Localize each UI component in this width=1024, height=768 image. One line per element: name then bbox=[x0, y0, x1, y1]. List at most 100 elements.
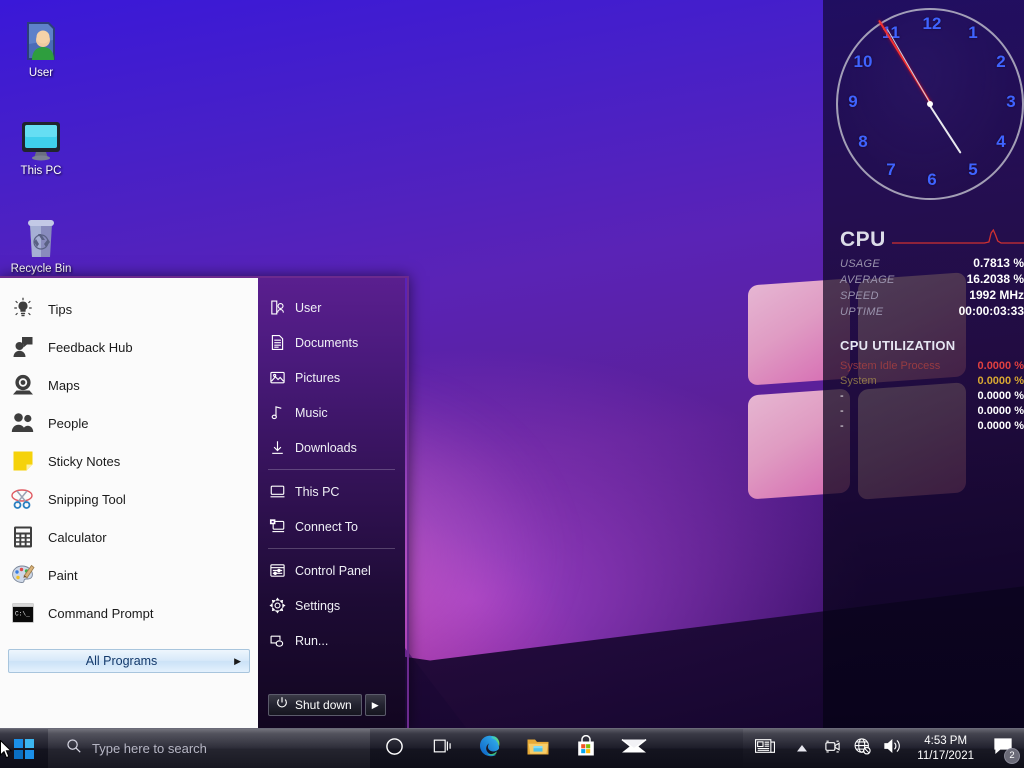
task-view-icon bbox=[432, 737, 452, 760]
clock-num-7: 7 bbox=[886, 160, 896, 179]
cpu-process-row: System Idle Process 0.0000 % bbox=[840, 359, 1024, 374]
mail-button[interactable] bbox=[610, 729, 658, 768]
search-input[interactable]: Type here to search bbox=[48, 728, 370, 768]
start-menu-item-tips[interactable]: Tips bbox=[0, 290, 258, 328]
search-icon bbox=[66, 738, 82, 759]
start-menu-item-paint[interactable]: Paint bbox=[0, 556, 258, 594]
start-menu-item-people[interactable]: People bbox=[0, 404, 258, 442]
desktop-icon-recycle-bin[interactable]: Recycle Bin bbox=[2, 210, 80, 276]
camera-icon bbox=[823, 738, 842, 760]
all-programs-wrapper: All Programs ▶ bbox=[0, 649, 258, 683]
analog-clock-widget: 12 1 2 3 4 5 6 7 8 9 10 11 bbox=[828, 2, 1024, 214]
start-menu-right-item-control-panel[interactable]: Control Panel bbox=[258, 553, 405, 588]
meet-now-button[interactable] bbox=[817, 729, 847, 768]
cpu-stat-label: UPTIME bbox=[840, 306, 884, 318]
taskbar-clock[interactable]: 4:53 PM 11/17/2021 bbox=[909, 734, 982, 764]
start-menu-right-item-label: Control Panel bbox=[295, 563, 371, 578]
cpu-process-name: - bbox=[840, 405, 844, 417]
start-menu-item-calculator[interactable]: Calculator bbox=[0, 518, 258, 556]
start-menu-right-item-user[interactable]: User bbox=[258, 290, 405, 325]
start-menu-right-item-documents[interactable]: Documents bbox=[258, 325, 405, 360]
shutdown-options-arrow[interactable]: ▶ bbox=[364, 694, 386, 716]
cpu-process-row: - 0.0000 % bbox=[840, 419, 1024, 434]
start-menu-right-item-label: This PC bbox=[295, 484, 340, 499]
desktop-icon-user[interactable]: User bbox=[2, 14, 80, 80]
folder-icon bbox=[526, 736, 550, 762]
notification-center-button[interactable]: 2 bbox=[982, 729, 1024, 768]
start-menu-right-item-settings[interactable]: Settings bbox=[258, 588, 405, 623]
scissors-icon bbox=[10, 486, 36, 512]
start-menu-item-label: Paint bbox=[48, 567, 78, 583]
news-icon bbox=[754, 737, 776, 760]
cpu-process-value: 0.0000 % bbox=[977, 390, 1024, 402]
cpu-process-value: 0.0000 % bbox=[977, 420, 1024, 432]
svg-text:C:\_: C:\_ bbox=[15, 611, 30, 618]
cpu-widget-title: CPU bbox=[840, 228, 886, 251]
cpu-monitor-widget: CPU USAGE 0.7813 % AVERAGE 16.2038 % SPE… bbox=[840, 228, 1024, 434]
shutdown-bar: Shut down ▶ bbox=[258, 694, 405, 729]
windows-logo-icon bbox=[14, 738, 34, 759]
feedback-person-icon bbox=[10, 334, 36, 360]
terminal-icon: C:\_ bbox=[10, 600, 36, 626]
gear-icon bbox=[268, 597, 286, 615]
cpu-stat-row: UPTIME 00:00:03:33 bbox=[840, 304, 1024, 320]
monitor-icon bbox=[268, 483, 286, 501]
start-menu-right-item-this-pc[interactable]: This PC bbox=[258, 474, 405, 509]
start-menu-item-command-prompt[interactable]: C:\_ Command Prompt bbox=[0, 594, 258, 632]
start-menu-item-snipping-tool[interactable]: Snipping Tool bbox=[0, 480, 258, 518]
power-icon bbox=[275, 696, 289, 715]
start-menu-right-item-downloads[interactable]: Downloads bbox=[258, 430, 405, 465]
cpu-stat-row: AVERAGE 16.2038 % bbox=[840, 272, 1024, 288]
start-menu-right-item-music[interactable]: Music bbox=[258, 395, 405, 430]
speaker-icon bbox=[883, 737, 904, 760]
edge-button[interactable] bbox=[466, 729, 514, 768]
start-menu-item-maps[interactable]: Maps bbox=[0, 366, 258, 404]
task-view-button[interactable] bbox=[418, 729, 466, 768]
start-menu-right-item-pictures[interactable]: Pictures bbox=[258, 360, 405, 395]
start-button[interactable] bbox=[0, 729, 48, 768]
system-tray: 4:53 PM 11/17/2021 2 bbox=[743, 728, 1024, 768]
start-menu-item-feedback-hub[interactable]: Feedback Hub bbox=[0, 328, 258, 366]
clock-num-2: 2 bbox=[996, 52, 1006, 71]
cpu-stat-label: SPEED bbox=[840, 290, 879, 302]
cpu-process-value: 0.0000 % bbox=[977, 375, 1024, 387]
volume-button[interactable] bbox=[877, 729, 909, 768]
news-and-interests-button[interactable] bbox=[743, 729, 787, 768]
start-menu-item-label: People bbox=[48, 415, 89, 431]
desktop-icon-this-pc[interactable]: This PC bbox=[2, 112, 80, 178]
cpu-process-row: - 0.0000 % bbox=[840, 389, 1024, 404]
start-menu-right-item-label: Settings bbox=[295, 598, 341, 613]
cpu-utilization-header: CPU UTILIZATION bbox=[840, 338, 956, 353]
all-programs-label: All Programs bbox=[85, 654, 158, 668]
network-status-button[interactable] bbox=[847, 729, 877, 768]
music-note-icon bbox=[268, 404, 286, 422]
clock-face: 12 1 2 3 4 5 6 7 8 9 10 11 bbox=[836, 8, 1024, 200]
start-menu-right-item-label: Connect To bbox=[295, 519, 359, 534]
mail-icon bbox=[621, 736, 647, 761]
start-menu-item-label: Snipping Tool bbox=[48, 491, 126, 507]
cpu-process-name: - bbox=[840, 390, 844, 402]
computer-icon bbox=[2, 112, 80, 162]
start-menu-left-footer bbox=[0, 683, 258, 729]
cortana-button[interactable] bbox=[370, 729, 418, 768]
start-menu-right-item-connect-to[interactable]: Connect To bbox=[258, 509, 405, 544]
cpu-stats-list: USAGE 0.7813 % AVERAGE 16.2038 % SPEED 1… bbox=[840, 256, 1024, 320]
all-programs-button[interactable]: All Programs ▶ bbox=[8, 649, 250, 673]
clock-num-9: 9 bbox=[848, 92, 858, 111]
clock-num-4: 4 bbox=[996, 132, 1006, 151]
start-menu-right-item-run[interactable]: Run... bbox=[258, 623, 405, 658]
file-explorer-button[interactable] bbox=[514, 729, 562, 768]
calculator-icon bbox=[10, 524, 36, 550]
map-pin-icon bbox=[10, 372, 36, 398]
clock-hour-hand bbox=[928, 104, 962, 154]
start-menu-item-label: Maps bbox=[48, 377, 80, 393]
lightbulb-icon bbox=[10, 296, 36, 322]
start-menu-separator bbox=[268, 548, 395, 549]
show-hidden-icons-button[interactable] bbox=[787, 729, 817, 768]
shut-down-button[interactable]: Shut down bbox=[268, 694, 362, 716]
microsoft-store-button[interactable] bbox=[562, 729, 610, 768]
start-menu-item-sticky-notes[interactable]: Sticky Notes bbox=[0, 442, 258, 480]
start-menu-item-label: Command Prompt bbox=[48, 605, 154, 621]
paint-palette-icon bbox=[10, 562, 36, 588]
clock-num-3: 3 bbox=[1006, 92, 1016, 111]
